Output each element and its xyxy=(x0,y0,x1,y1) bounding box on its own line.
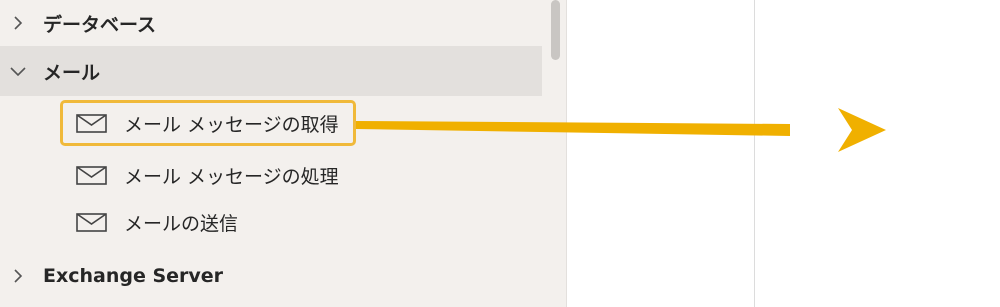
scrollbar[interactable] xyxy=(546,0,564,307)
chevron-right-icon[interactable] xyxy=(8,266,28,286)
highlight-box xyxy=(60,100,356,146)
tree-group-mail[interactable]: メール xyxy=(0,46,542,96)
scrollbar-thumb[interactable] xyxy=(551,0,560,60)
action-label-process-email: メール メッセージの処理 xyxy=(124,166,339,188)
chevron-down-icon[interactable] xyxy=(8,61,28,81)
action-process-email[interactable]: メール メッセージの処理 xyxy=(0,152,542,198)
mail-icon xyxy=(76,213,107,232)
tree-group-exchange-server[interactable]: Exchange Server xyxy=(0,251,542,301)
group-label-database: データベース xyxy=(43,13,157,36)
mail-icon xyxy=(76,166,107,185)
actions-panel: データベース メール メール メッセージの取得 メール メッセージの処理 メール… xyxy=(0,0,567,307)
action-send-email[interactable]: メールの送信 xyxy=(0,199,542,245)
chevron-right-icon[interactable] xyxy=(8,13,28,33)
canvas-divider xyxy=(754,0,755,307)
group-label-exchange-server: Exchange Server xyxy=(43,265,224,287)
action-label-send-email: メールの送信 xyxy=(124,213,239,235)
designer-canvas[interactable] xyxy=(567,0,1000,307)
group-label-mail: メール xyxy=(43,61,101,84)
tree-group-database[interactable]: データベース xyxy=(0,0,542,46)
